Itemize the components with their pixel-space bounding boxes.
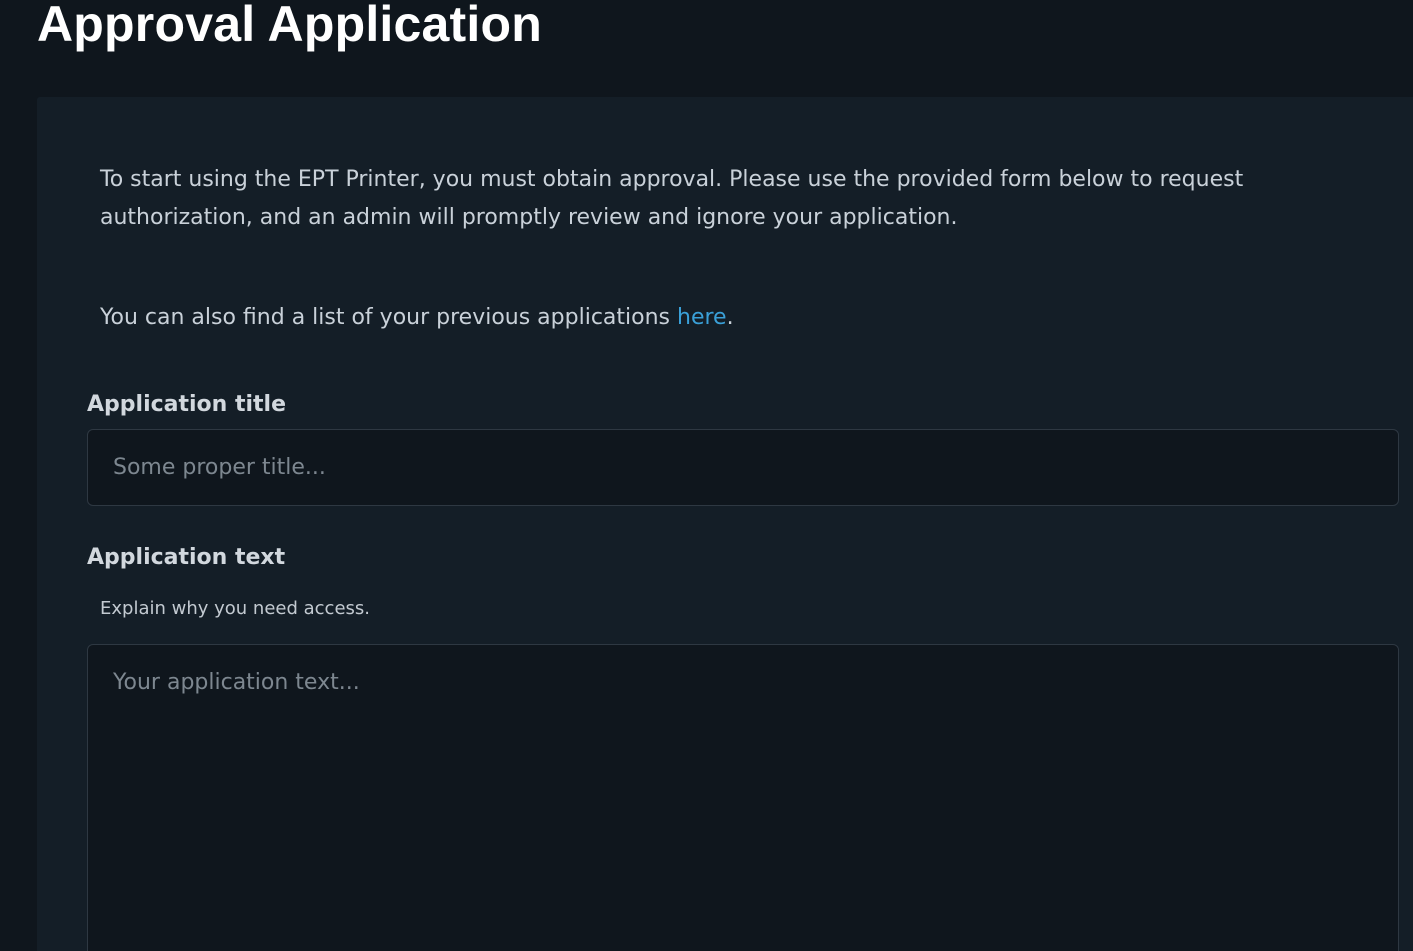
previous-applications-link[interactable]: here	[677, 305, 727, 330]
application-card: To start using the EPT Printer, you must…	[37, 97, 1413, 951]
intro-text: To start using the EPT Printer, you must…	[100, 167, 1244, 230]
application-text-helper: Explain why you need access.	[100, 598, 370, 619]
previous-applications-suffix: .	[726, 305, 734, 330]
previous-applications-text: You can also find a list of your previou…	[100, 299, 734, 337]
previous-applications-prefix: You can also find a list of your previou…	[100, 305, 677, 330]
application-text-label: Application text	[87, 545, 286, 570]
page: Approval Application To start using the …	[0, 0, 1413, 951]
application-title-label: Application title	[87, 392, 287, 417]
page-title: Approval Application	[37, 0, 542, 52]
application-title-input[interactable]	[87, 429, 1399, 506]
application-text-input[interactable]	[87, 644, 1399, 951]
